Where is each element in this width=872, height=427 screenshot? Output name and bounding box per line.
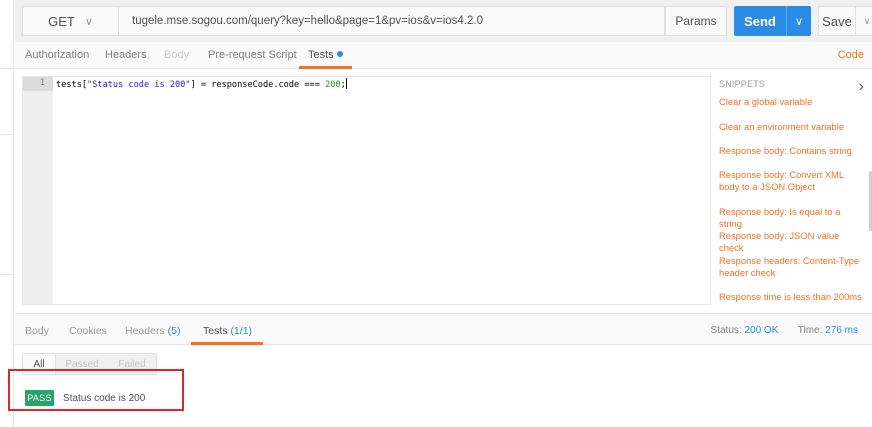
tab-response-headers-label: Headers [125, 325, 165, 337]
snippet-item[interactable]: Clear a global variable [719, 96, 864, 108]
code-line[interactable]: tests["Status code is 200"] = responseCo… [56, 78, 347, 90]
highlight-annotation-box [8, 369, 184, 411]
snippet-item[interactable]: Clear an environment variable [719, 121, 864, 133]
snippet-item[interactable]: Response body: JSON value check [719, 230, 864, 254]
code-number: 200 [325, 80, 341, 90]
response-tabs: Body Cookies Headers (5) Tests (1/1) Sta… [15, 314, 872, 345]
active-dot-icon [336, 51, 343, 57]
code-token: tests[ [56, 80, 88, 90]
params-button[interactable]: Params [665, 6, 727, 36]
tab-headers[interactable]: Headers [105, 49, 147, 61]
tab-response-tests-label: Tests [203, 325, 228, 337]
snippet-item[interactable]: Response time is less than 200ms [719, 291, 864, 303]
status-label: Status: [710, 325, 742, 336]
request-bar: GET ∨ tugele.mse.sogou.com/query?key=hel… [15, 0, 872, 42]
time-value: 276 ms [825, 325, 858, 336]
send-dropdown-icon[interactable]: ∨ [787, 15, 811, 28]
code-link[interactable]: Code [838, 49, 864, 61]
snippet-item[interactable]: Response body: Contains string [719, 145, 864, 157]
tab-authorization[interactable]: Authorization [25, 49, 89, 61]
request-tabs: Authorization Headers Body Pre-request S… [15, 42, 872, 69]
headers-count: (5) [167, 325, 181, 337]
text-caret [345, 78, 347, 89]
sidebar-divider [0, 134, 14, 135]
status-value: 200 OK [744, 325, 779, 336]
tab-tests-label: Tests [308, 49, 334, 61]
sidebar-divider [0, 68, 14, 69]
response-status: Status: 200 OK Time: 276 ms [711, 325, 858, 336]
url-text: tugele.mse.sogou.com/query?key=hello&pag… [132, 15, 483, 27]
chevron-down-icon: ∨ [84, 15, 93, 28]
tab-body[interactable]: Body [164, 49, 189, 61]
line-number: 1 [39, 78, 45, 88]
method-label: GET [48, 13, 75, 29]
snippet-item[interactable]: Response body: Is equal to a string [719, 206, 864, 230]
sidebar-strip [0, 0, 14, 427]
snippet-item[interactable]: Response headers: Content-Type header ch… [719, 255, 864, 279]
tab-response-body[interactable]: Body [25, 325, 49, 337]
params-label: Params [675, 14, 717, 28]
method-select[interactable]: GET ∨ [22, 6, 118, 36]
code-token: ] = responseCode.code === [190, 80, 326, 90]
snippets-title: SNIPPETS [719, 79, 766, 89]
tab-response-headers[interactable]: Headers (5) [125, 325, 180, 337]
tab-prerequest-script[interactable]: Pre-request Script [208, 49, 297, 61]
url-input[interactable]: tugele.mse.sogou.com/query?key=hello&pag… [118, 6, 665, 36]
snippets-panel: SNIPPETS › Clear a global variable Clear… [719, 76, 872, 306]
send-button[interactable]: Send ∨ [734, 6, 811, 36]
save-button[interactable]: Save ∨ [818, 6, 872, 36]
sidebar-divider [0, 274, 14, 275]
send-label: Send [744, 13, 776, 29]
code-string: "Status code is 200" [87, 80, 191, 90]
tab-tests[interactable]: Tests [308, 49, 343, 61]
active-tab-underline [299, 66, 352, 69]
test-script-editor[interactable]: 1 tests["Status code is 200"] = response… [22, 76, 711, 305]
chevron-right-icon[interactable]: › [859, 78, 864, 96]
tests-count: (1/1) [230, 325, 253, 337]
time-label: Time: [797, 325, 823, 336]
editor-gutter [23, 77, 53, 304]
save-label: Save [822, 13, 852, 29]
tab-response-tests[interactable]: Tests (1/1) [203, 325, 252, 337]
snippet-item[interactable]: Response body: Convert XML body to a JSO… [719, 169, 864, 193]
save-dropdown-icon[interactable]: ∨ [856, 16, 872, 27]
tab-response-cookies[interactable]: Cookies [69, 325, 107, 337]
active-response-tab-underline [191, 342, 263, 345]
